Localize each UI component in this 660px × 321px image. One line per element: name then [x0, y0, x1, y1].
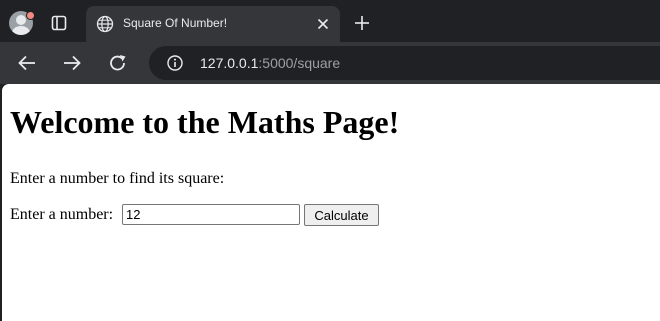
- url-path: :5000/square: [258, 55, 341, 71]
- site-info-icon[interactable]: [167, 55, 183, 71]
- number-input[interactable]: [122, 204, 300, 225]
- profile-notification-badge: [26, 11, 35, 20]
- browser-toolbar: 127.0.0.1:5000/square: [0, 42, 660, 84]
- address-bar[interactable]: 127.0.0.1:5000/square: [149, 46, 660, 80]
- page-viewport: Welcome to the Maths Page! Enter a numbe…: [2, 84, 660, 321]
- tab-active[interactable]: Square Of Number!: [86, 6, 340, 42]
- tab-actions-icon[interactable]: [50, 14, 68, 32]
- intro-text: Enter a number to find its square:: [10, 170, 225, 187]
- avatar-shoulders: [12, 26, 30, 35]
- globe-icon: [96, 15, 114, 33]
- page-title: Welcome to the Maths Page!: [10, 104, 400, 140]
- forward-arrow-icon[interactable]: [62, 53, 82, 73]
- close-icon[interactable]: [316, 17, 330, 31]
- plus-icon[interactable]: [354, 15, 370, 31]
- calculate-button[interactable]: Calculate: [304, 204, 379, 226]
- tab-strip: Square Of Number!: [0, 0, 660, 42]
- url-text: 127.0.0.1:5000/square: [200, 55, 340, 71]
- url-host: 127.0.0.1: [200, 55, 259, 71]
- avatar-head: [16, 15, 26, 25]
- back-arrow-icon[interactable]: [17, 53, 37, 73]
- number-label: Enter a number:: [10, 206, 114, 223]
- tab-title: Square Of Number!: [123, 16, 228, 30]
- reload-icon[interactable]: [108, 53, 128, 73]
- browser-chrome: Square Of Number! 127.0.0.1:5000/square: [0, 0, 660, 84]
